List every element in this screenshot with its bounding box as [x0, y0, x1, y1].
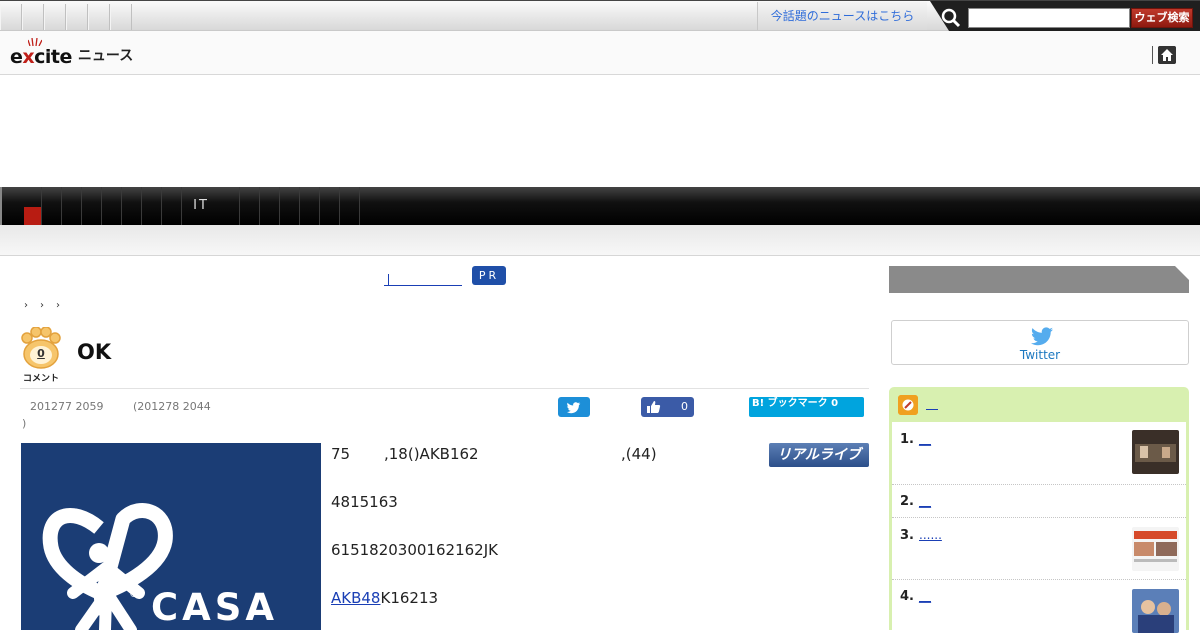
home-icon[interactable] — [1158, 46, 1176, 64]
divider — [1152, 46, 1153, 64]
casa-logo-image: ® CASA — [21, 443, 321, 630]
rank-number: 3. — [900, 528, 914, 543]
search-icon[interactable] — [940, 7, 962, 29]
rank-number: 4. — [900, 589, 914, 604]
ranking-thumbnail[interactable] — [1132, 527, 1179, 571]
twitter-bird-icon — [567, 402, 581, 414]
twitter-share-button[interactable] — [558, 397, 590, 417]
global-nav: IT — [0, 187, 1200, 225]
top-menu-slot[interactable] — [110, 4, 132, 30]
ranking-list: 1. __ 2. __ 3. ...... 4. __ — [892, 422, 1186, 633]
published-date: 201277 2059 — [30, 400, 104, 413]
ranking-item-link[interactable]: __ — [919, 432, 931, 446]
pr-link-marker — [388, 274, 389, 286]
nav-item[interactable] — [240, 187, 260, 225]
ranking-title-link[interactable] — [926, 398, 938, 410]
article-paragraph: AKB48K16213 — [331, 586, 751, 634]
sidebar-banner — [889, 266, 1189, 293]
breadcrumb-separator: › — [56, 300, 60, 311]
nav-item[interactable] — [300, 187, 320, 225]
akb48-link[interactable]: AKB48 — [331, 589, 380, 607]
ranking-item[interactable]: 2. __ — [892, 485, 1186, 518]
updated-date: (201278 2044 — [132, 400, 211, 413]
image-brand-text: CASA — [151, 586, 278, 629]
twitter-follow-label: Twitter — [1019, 348, 1061, 362]
top-utility-bar: 今話題のニュースはこちら ウェブ検索 — [0, 0, 1200, 35]
article-title: OK — [77, 340, 112, 364]
sub-nav — [0, 225, 1200, 256]
nav-item[interactable] — [22, 187, 42, 225]
ranking-panel: 1. __ 2. __ 3. ...... 4. __ — [889, 387, 1189, 633]
breadcrumb-separator: › — [24, 300, 28, 311]
ranking-item-link[interactable]: __ — [919, 589, 931, 603]
top-menu-slot[interactable] — [88, 4, 110, 30]
rank-number: 1. — [900, 432, 914, 447]
nav-item[interactable] — [260, 187, 280, 225]
web-search-button[interactable]: ウェブ検索 — [1131, 8, 1193, 28]
nav-item[interactable] — [122, 187, 142, 225]
ranking-item[interactable]: 3. ...... — [892, 518, 1186, 580]
nav-item[interactable] — [142, 187, 162, 225]
nav-item[interactable] — [162, 187, 182, 225]
rank-number: 2. — [900, 494, 914, 509]
article-paragraph: 75 ,18()AKB162 ,(44) — [331, 442, 751, 490]
ranking-icon — [898, 395, 918, 415]
paragraph-text: K16213 — [380, 589, 439, 607]
pr-badge: PR — [472, 266, 506, 285]
ranking-item-link[interactable]: __ — [919, 494, 931, 508]
nav-item[interactable] — [102, 187, 122, 225]
like-count: 0 — [681, 400, 688, 413]
top-menu-slot[interactable] — [44, 4, 66, 30]
ranking-header — [889, 387, 1189, 422]
comment-count[interactable]: 0 — [20, 347, 62, 360]
ranking-item-link[interactable]: ...... — [919, 528, 942, 542]
thumbs-up-icon — [647, 401, 661, 413]
nav-item[interactable] — [82, 187, 102, 225]
section-name: ニュース — [77, 48, 134, 64]
logo-burst-icon — [28, 38, 42, 46]
ranking-item[interactable]: 4. __ — [892, 580, 1186, 633]
article-paragraph: 4815163 — [331, 493, 398, 511]
excite-logo[interactable]: excite ニュース — [10, 36, 145, 68]
site-header: excite ニュース — [0, 31, 1200, 75]
ranking-thumbnail[interactable] — [1132, 589, 1179, 633]
nav-item-it[interactable]: IT — [182, 187, 220, 225]
nav-item[interactable] — [340, 187, 360, 225]
search-input[interactable] — [968, 8, 1130, 28]
paragraph-text: ,(44) — [621, 445, 657, 463]
excite-logo-mark: excite — [10, 38, 72, 68]
top-menu-slot[interactable] — [66, 4, 88, 30]
ad-banner-area — [0, 75, 1200, 187]
nav-item[interactable] — [42, 187, 62, 225]
paragraph-text: 75 — [331, 445, 351, 463]
top-menu-slot[interactable] — [22, 4, 44, 30]
article-image: ® CASA — [21, 443, 321, 630]
comment-badge[interactable]: 0 コメント — [20, 327, 62, 385]
article-body: 75 ,18()AKB162 ,(44) 4815163 61518203001… — [331, 442, 751, 634]
pr-link[interactable] — [384, 268, 462, 286]
ranking-thumbnail[interactable] — [1132, 430, 1179, 474]
article-dates: 201277 2059 (201278 2044 ) — [22, 398, 262, 432]
nav-item[interactable] — [62, 187, 82, 225]
corner-fold — [1175, 266, 1189, 280]
svg-text:®: ® — [129, 589, 139, 600]
breadcrumb: › › › — [24, 300, 60, 311]
reallive-source-logo[interactable]: リアルライブ — [769, 443, 869, 467]
twitter-bird-icon — [1031, 327, 1053, 346]
facebook-like-button[interactable]: 0 — [641, 397, 694, 417]
divider — [20, 388, 869, 389]
top-menu-slot[interactable] — [0, 4, 22, 30]
trending-news-link[interactable]: 今話題のニュースはこちら — [757, 2, 927, 30]
breadcrumb-separator: › — [40, 300, 44, 311]
nav-item[interactable] — [280, 187, 300, 225]
updated-date-close: ) — [22, 417, 27, 430]
article-paragraph: 6151820300162162JK — [331, 541, 498, 559]
paragraph-text: ,18()AKB162 — [384, 445, 479, 463]
twitter-follow-button[interactable]: Twitter — [891, 320, 1189, 365]
nav-item[interactable] — [220, 187, 240, 225]
nav-item[interactable] — [320, 187, 340, 225]
hatena-bookmark-button[interactable]: B! ブックマーク 0 — [749, 397, 864, 417]
ranking-item[interactable]: 1. __ — [892, 422, 1186, 485]
comment-label: コメント — [22, 374, 59, 384]
